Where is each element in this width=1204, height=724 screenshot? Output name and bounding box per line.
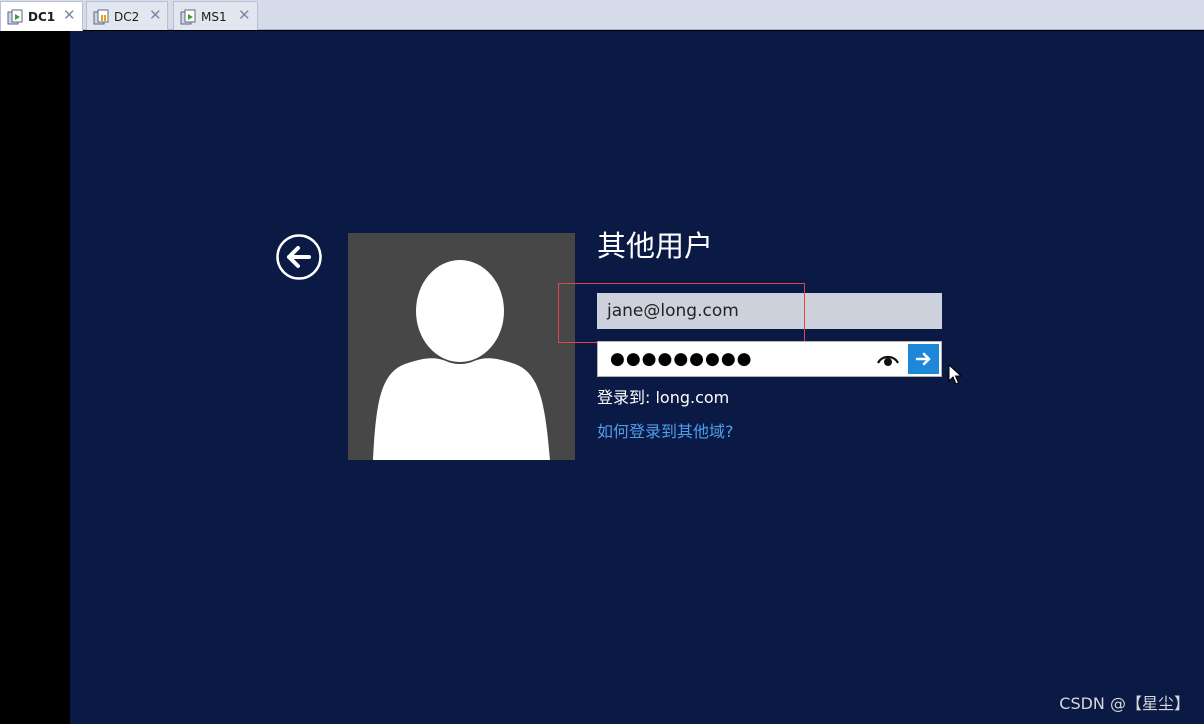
password-masked-value: ●●●●●●●●● <box>610 349 753 369</box>
arrow-right-icon <box>915 352 931 366</box>
close-icon[interactable]: ✕ <box>63 7 76 23</box>
vm-server-icon <box>180 9 196 25</box>
tab-dc1[interactable]: DC1 ✕ <box>0 1 83 31</box>
tab-bar: DC1 ✕ DC2 ✕ MS1 ✕ <box>0 0 1204 31</box>
eye-icon[interactable] <box>877 352 899 366</box>
vm-server-icon <box>7 9 23 25</box>
sign-in-domain-text: 登录到: long.com <box>597 388 730 407</box>
avatar <box>348 233 575 460</box>
tab-label: DC1 <box>28 10 56 24</box>
tab-dc2[interactable]: DC2 ✕ <box>86 1 168 30</box>
mouse-pointer-icon <box>948 364 962 385</box>
tab-ms1[interactable]: MS1 ✕ <box>173 1 258 30</box>
tab-label: DC2 <box>114 10 140 24</box>
submit-button[interactable] <box>908 344 939 374</box>
vm-console-screen[interactable] <box>70 31 1204 724</box>
vm-left-margin <box>0 31 70 724</box>
username-field[interactable]: jane@long.com <box>597 293 942 329</box>
other-domain-link[interactable]: 如何登录到其他域? <box>597 421 734 443</box>
close-icon[interactable]: ✕ <box>149 7 162 23</box>
tab-label: MS1 <box>201 10 227 24</box>
page-title: 其他用户 <box>597 229 714 263</box>
back-arrow-circle-icon[interactable] <box>276 234 322 280</box>
close-icon[interactable]: ✕ <box>238 7 251 23</box>
watermark: CSDN @【星尘】 <box>1059 694 1190 713</box>
vm-server-icon <box>93 9 109 25</box>
user-silhouette-icon <box>373 260 550 460</box>
password-field[interactable]: ●●●●●●●●● <box>597 341 942 377</box>
